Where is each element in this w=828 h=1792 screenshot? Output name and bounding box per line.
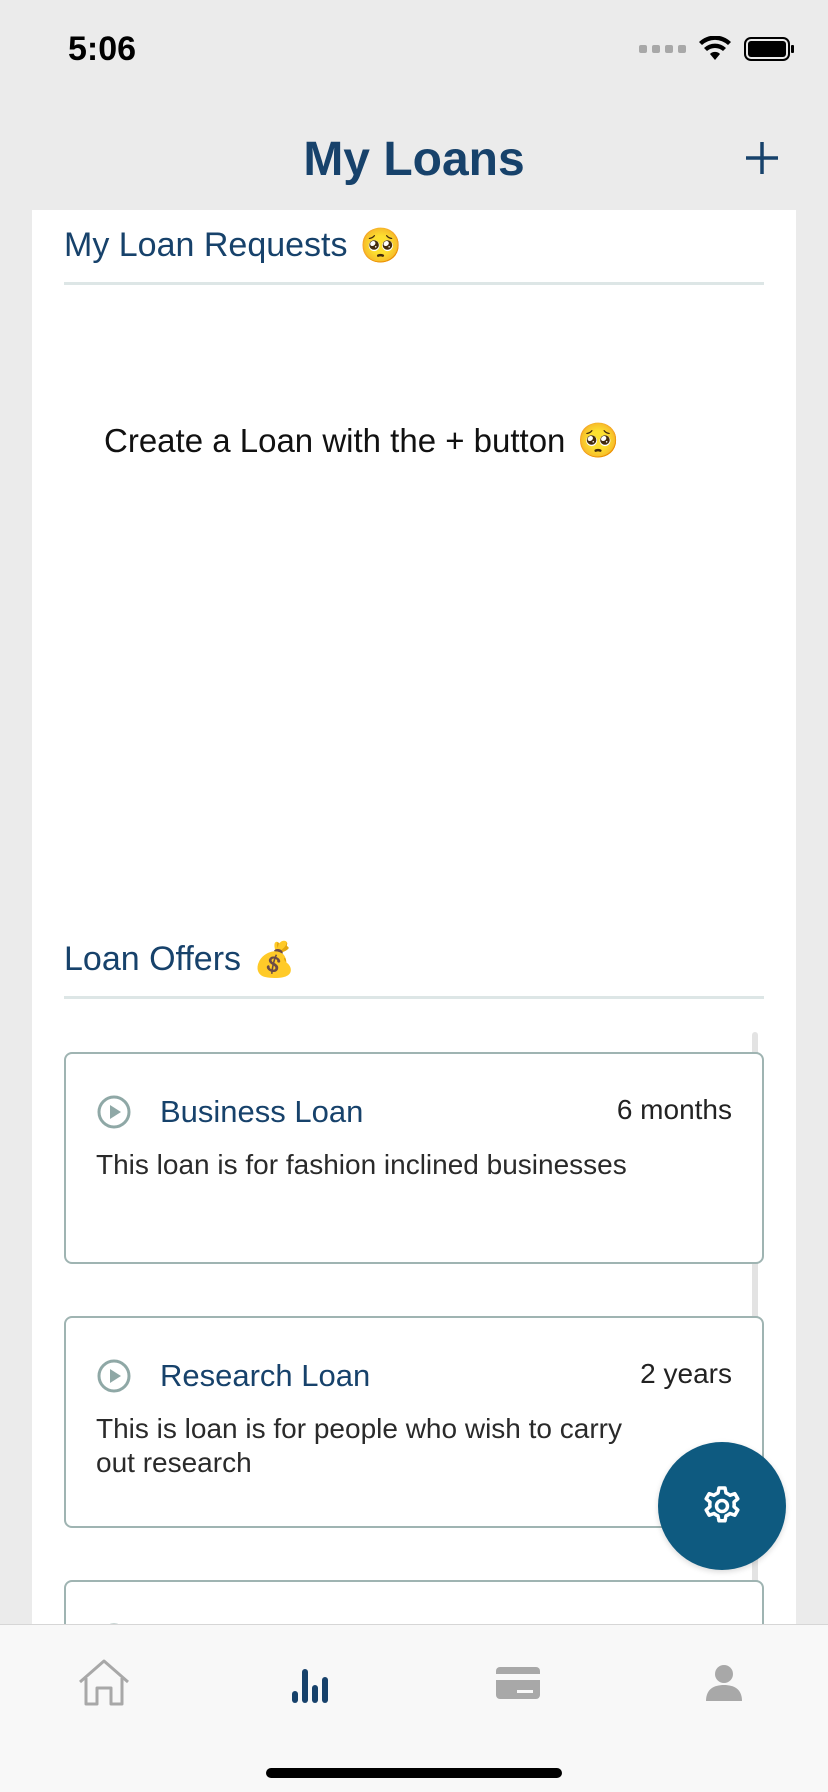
play-circle-icon	[97, 1359, 131, 1393]
play-circle-icon	[97, 1095, 131, 1129]
card-icon	[496, 1667, 540, 1699]
signal-icon	[639, 45, 686, 53]
loan-offers-divider	[64, 996, 764, 999]
loan-requests-heading: My Loan Requests 🥺	[64, 226, 764, 265]
pleading-face-icon: 🥺	[577, 422, 620, 460]
tab-bar	[0, 1624, 828, 1792]
status-icons	[639, 36, 796, 62]
tab-profile[interactable]	[684, 1651, 764, 1715]
loan-offer-description: This loan is for fashion inclined busine…	[96, 1149, 627, 1180]
battery-icon	[744, 37, 794, 61]
loan-offer-name: Business Loan	[160, 1094, 364, 1129]
gear-icon	[704, 1486, 740, 1523]
loans-panel: My Loan Requests 🥺 Create a Loan with th…	[32, 210, 796, 1630]
profile-icon	[706, 1665, 742, 1701]
pleading-face-icon: 🥺	[359, 226, 402, 265]
home-indicator[interactable]	[266, 1768, 562, 1778]
money-bag-icon: 💰	[253, 940, 296, 979]
tab-loans[interactable]	[270, 1651, 350, 1715]
loan-requests-divider	[64, 282, 764, 285]
empty-requests-message: Create a Loan with the + button 🥺	[104, 422, 620, 460]
loan-offer-card[interactable]: Business Loan 6 months This loan is for …	[64, 1052, 764, 1264]
home-icon	[79, 1659, 129, 1706]
loan-offer-term: 2 years	[640, 1358, 732, 1389]
settings-button[interactable]	[658, 1442, 786, 1570]
status-time: 5:06	[68, 30, 137, 68]
loan-offer-term: 6 months	[616, 1094, 732, 1125]
wifi-icon	[699, 36, 731, 60]
plus-icon	[746, 142, 778, 174]
status-bar: 5:06	[0, 0, 828, 100]
loan-offer-name: Research Loan	[160, 1358, 371, 1393]
loan-offers-heading-text: Loan Offers	[64, 940, 242, 978]
chart-icon	[292, 1669, 328, 1703]
loan-offer-card[interactable]	[64, 1580, 764, 1630]
add-loan-button[interactable]	[740, 136, 784, 180]
page-title: My Loans	[303, 133, 525, 186]
tab-home[interactable]	[64, 1651, 144, 1715]
empty-requests-text: Create a Loan with the + button	[104, 422, 566, 459]
loan-offer-description: This is loan is for people who wish to c…	[96, 1413, 622, 1478]
loan-requests-heading-text: My Loan Requests	[64, 226, 348, 264]
loan-offers-heading: Loan Offers 💰	[64, 940, 764, 979]
tab-payments[interactable]	[478, 1651, 558, 1715]
